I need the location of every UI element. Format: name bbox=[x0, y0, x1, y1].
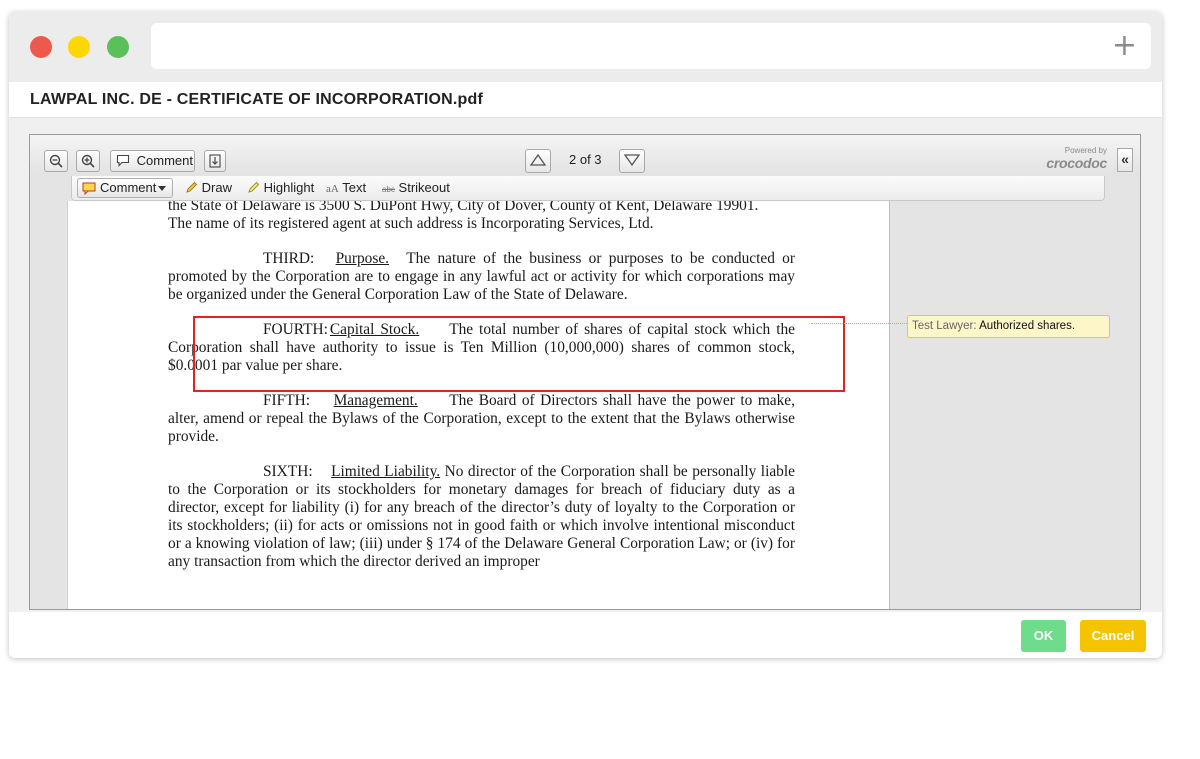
third-title: Purpose. bbox=[335, 250, 390, 267]
strikeout-tool[interactable]: abc Strikeout bbox=[382, 180, 450, 198]
viewer-toolbar: Comment 2 of 3 Powered by crocodoc « bbox=[30, 135, 1140, 175]
draw-tool[interactable]: Draw bbox=[185, 180, 232, 196]
text-tool-icon: aA bbox=[326, 183, 339, 195]
agent-address-line-2: The name of its registered agent at such… bbox=[168, 215, 654, 232]
document-page: the State of Delaware is 3500 S. DuPont … bbox=[67, 201, 890, 609]
comment-author: Test Lawyer: bbox=[912, 320, 977, 332]
previous-page-button[interactable] bbox=[525, 149, 551, 173]
annotation-toolbar: Comment Draw Highlight aA Text abc Strik… bbox=[71, 176, 1105, 201]
third-body-1: The nature of the business or purposes t… bbox=[406, 250, 795, 267]
download-button[interactable] bbox=[204, 150, 226, 172]
ok-button[interactable]: OK bbox=[1021, 620, 1066, 652]
sixth-heading: SIXTH: bbox=[263, 463, 313, 480]
comment-note[interactable]: Test Lawyer: Authorized shares. bbox=[907, 315, 1110, 338]
new-tab-icon[interactable]: + bbox=[1112, 29, 1137, 63]
highlighter-icon bbox=[248, 181, 260, 193]
zoom-out-button[interactable] bbox=[44, 150, 68, 172]
third-body-2: promoted by the Corporation are to engag… bbox=[168, 268, 795, 303]
text-label: Text bbox=[342, 180, 367, 195]
comment-mode-label: Comment bbox=[136, 153, 193, 168]
page-indicator: 2 of 3 bbox=[569, 152, 602, 167]
comment-text: Authorized shares. bbox=[979, 320, 1076, 332]
annotation-connector-line bbox=[811, 323, 907, 324]
fifth-body-1: The Board of Directors shall have the po… bbox=[449, 392, 753, 409]
comment-dropdown-label: Comment bbox=[100, 180, 157, 195]
strikeout-label: Strikeout bbox=[398, 180, 450, 195]
comments-sidebar bbox=[890, 201, 1140, 609]
document-header: LAWPAL INC. DE - CERTIFICATE OF INCORPOR… bbox=[9, 82, 1162, 118]
comment-dropdown[interactable]: Comment bbox=[77, 178, 173, 198]
powered-by-label: Powered by bbox=[1064, 146, 1107, 155]
annotation-highlight-box[interactable] bbox=[193, 316, 845, 392]
download-icon bbox=[209, 154, 221, 168]
main-area: Comment 2 of 3 Powered by crocodoc « Com… bbox=[9, 118, 1162, 612]
sixth-article: SIXTH: Limited Liability. No director of… bbox=[168, 463, 795, 571]
speech-bubble-icon bbox=[116, 154, 130, 167]
cancel-button[interactable]: Cancel bbox=[1080, 620, 1146, 652]
comment-icon bbox=[82, 182, 96, 195]
fifth-heading: FIFTH: bbox=[263, 392, 311, 409]
text-tool[interactable]: aA Text bbox=[326, 180, 366, 197]
next-page-button[interactable] bbox=[619, 149, 645, 173]
title-bar: + bbox=[9, 12, 1162, 82]
zoom-in-button[interactable] bbox=[76, 150, 100, 172]
collapse-sidebar-button[interactable]: « bbox=[1117, 148, 1133, 172]
crocodoc-logo: Powered by crocodoc bbox=[1034, 146, 1110, 172]
highlight-tool[interactable]: Highlight bbox=[247, 180, 314, 196]
comment-mode-button[interactable]: Comment bbox=[110, 150, 195, 172]
close-window-button[interactable] bbox=[30, 36, 52, 58]
dialog-footer: OK Cancel bbox=[9, 612, 1162, 658]
highlight-label: Highlight bbox=[263, 180, 315, 195]
strikeout-icon: abc bbox=[382, 185, 395, 194]
maximize-window-button[interactable] bbox=[107, 36, 129, 58]
draw-label: Draw bbox=[201, 180, 232, 195]
address-bar[interactable]: + bbox=[151, 23, 1151, 69]
third-article: THIRD: Purpose. The nature of the busine… bbox=[168, 250, 795, 304]
minimize-window-button[interactable] bbox=[68, 36, 90, 58]
document-title: LAWPAL INC. DE - CERTIFICATE OF INCORPOR… bbox=[30, 91, 484, 108]
chevron-up-icon bbox=[529, 153, 547, 166]
agent-address-line-1: the State of Delaware is 3500 S. DuPont … bbox=[168, 201, 759, 214]
fifth-article: FIFTH: Management. The Board of Director… bbox=[168, 392, 795, 446]
fifth-title: Management. bbox=[333, 392, 418, 409]
sixth-title: Limited Liability. bbox=[331, 463, 441, 480]
chevron-down-icon bbox=[623, 154, 641, 167]
pdf-viewer: Comment 2 of 3 Powered by crocodoc « Com… bbox=[29, 134, 1141, 610]
agent-address-paragraph: the State of Delaware is 3500 S. DuPont … bbox=[168, 201, 795, 233]
browser-window: + LAWPAL INC. DE - CERTIFICATE OF INCORP… bbox=[9, 12, 1162, 658]
crocodoc-brand: crocodoc bbox=[1046, 155, 1107, 171]
zoom-in-icon bbox=[81, 154, 95, 168]
sixth-body-1: No director of the Corporation shall be … bbox=[444, 463, 757, 480]
caret-down-icon bbox=[158, 186, 166, 191]
third-heading: THIRD: bbox=[263, 250, 315, 267]
pencil-icon bbox=[186, 181, 198, 193]
zoom-out-icon bbox=[49, 154, 63, 168]
